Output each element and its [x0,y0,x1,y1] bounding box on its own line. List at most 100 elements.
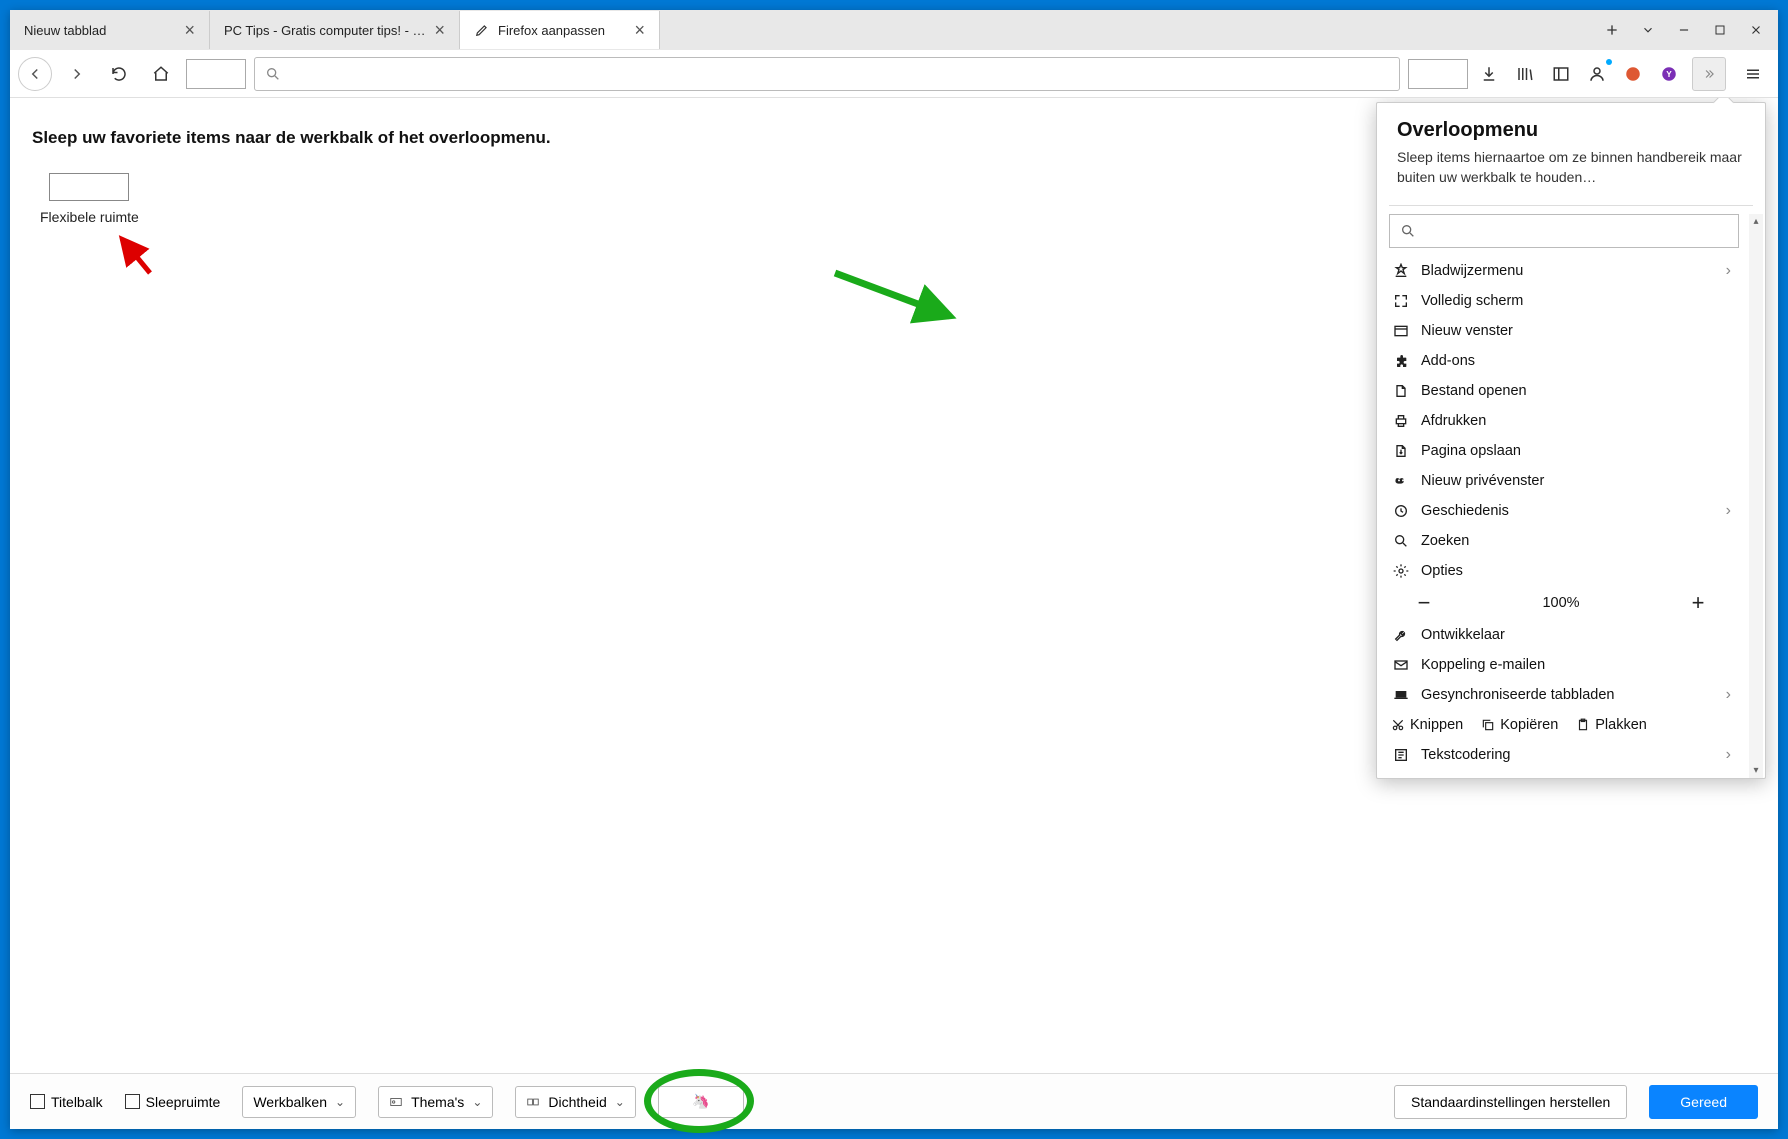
bookmark-icon [1391,263,1411,279]
mail-icon [1391,657,1411,673]
close-icon[interactable]: × [184,21,195,39]
save-icon [1391,443,1411,459]
menu-item-print[interactable]: Afdrukken [1377,406,1761,436]
chevron-right-icon: › [1726,746,1731,764]
search-icon [1400,223,1416,239]
titlebar-checkbox[interactable]: Titelbalk [30,1094,103,1110]
red-arrow-annotation [110,233,160,283]
brush-icon [474,22,490,38]
flexible-space-label: Flexibele ruimte [40,209,139,225]
hamburger-menu-button[interactable] [1736,57,1770,91]
downloads-button[interactable] [1476,61,1502,87]
menu-item-private-window[interactable]: Nieuw privévenster [1377,466,1761,496]
close-icon[interactable]: × [634,21,645,39]
window-icon [1391,323,1411,339]
copy-button[interactable]: Kopiëren [1481,717,1558,733]
chevron-right-icon: › [1726,686,1731,704]
themes-dropdown[interactable]: Thema's⌄ [378,1086,493,1118]
reload-button[interactable] [102,57,136,91]
customize-footer: Titelbalk Sleepruimte Werkbalken⌄ Thema'… [10,1073,1778,1129]
home-button[interactable] [144,57,178,91]
file-open-icon [1391,383,1411,399]
chevron-down-icon: ⌄ [335,1095,345,1109]
wrench-icon [1391,627,1411,643]
mask-icon [1391,473,1411,489]
window-maximize-button[interactable] [1702,12,1738,48]
done-button[interactable]: Gereed [1649,1085,1758,1119]
menu-item-bookmarks[interactable]: Bladwijzermenu› [1377,256,1761,286]
flexible-space-box [49,173,129,201]
tab-customize[interactable]: Firefox aanpassen × [460,11,660,49]
menu-item-text-encoding[interactable]: Tekstcodering› [1377,740,1761,770]
panel-search-input[interactable] [1389,214,1739,248]
panel-scrollbar[interactable]: ▴▾ [1749,214,1763,778]
tab-label: PC Tips - Gratis computer tips! - PC [224,23,426,38]
extension-icon-1[interactable] [1620,61,1646,87]
paste-button[interactable]: Plakken [1576,717,1647,733]
menu-item-addons[interactable]: Add-ons [1377,346,1761,376]
density-dropdown[interactable]: Dichtheid⌄ [515,1086,635,1118]
address-bar[interactable] [254,57,1400,91]
zoom-value: 100% [1542,595,1579,611]
menu-item-history[interactable]: Geschiedenis› [1377,496,1761,526]
theme-icon [389,1095,403,1109]
restore-defaults-button[interactable]: Standaardinstellingen herstellen [1394,1085,1627,1119]
search-icon [1391,533,1411,549]
overflow-button[interactable] [1692,57,1726,91]
chevron-right-icon: › [1726,502,1731,520]
clipboard-row: Knippen Kopiëren Plakken [1377,710,1761,740]
tabs-dropdown-button[interactable] [1630,12,1666,48]
panel-title: Overloopmenu [1397,119,1745,142]
tab-bar: Nieuw tabblad × PC Tips - Gratis compute… [10,10,1778,50]
flexible-space-item[interactable]: Flexibele ruimte [40,173,139,225]
close-icon[interactable]: × [434,21,445,39]
menu-item-options[interactable]: Opties [1377,556,1761,586]
zoom-out-button[interactable]: − [1409,590,1439,616]
encoding-icon [1391,747,1411,763]
instruction-text: Sleep uw favoriete items naar de werkbal… [32,128,551,148]
back-button[interactable] [18,57,52,91]
toolbar-slot[interactable] [1408,59,1468,89]
laptop-icon [1391,687,1411,703]
menu-item-email-link[interactable]: Koppeling e-mailen [1377,650,1761,680]
sidebar-button[interactable] [1548,61,1574,87]
puzzle-icon [1391,353,1411,369]
panel-subtitle: Sleep items hiernaartoe om ze binnen han… [1397,148,1745,187]
print-icon [1391,413,1411,429]
toolbars-dropdown[interactable]: Werkbalken⌄ [242,1086,356,1118]
tab-label: Nieuw tabblad [24,23,176,38]
window-close-button[interactable] [1738,12,1774,48]
overflow-menu-panel: Overloopmenu Sleep items hiernaartoe om … [1376,102,1766,779]
new-tab-button[interactable] [1594,12,1630,48]
svg-text:Y: Y [1666,70,1672,79]
green-arrow-annotation [830,268,960,328]
dragspace-checkbox[interactable]: Sleepruimte [125,1094,221,1110]
nav-toolbar: Y [10,50,1778,98]
search-icon [265,66,281,82]
customize-content: Sleep uw favoriete items naar de werkbal… [10,98,1778,1073]
library-button[interactable] [1512,61,1538,87]
forward-button[interactable] [60,57,94,91]
unicorn-button[interactable]: 🦄 [658,1086,744,1118]
tab-label: Firefox aanpassen [498,23,626,38]
menu-item-fullscreen[interactable]: Volledig scherm [1377,286,1761,316]
extension-icon-2[interactable]: Y [1656,61,1682,87]
tab-pctips[interactable]: PC Tips - Gratis computer tips! - PC × [210,11,460,49]
toolbar-slot[interactable] [186,59,246,89]
fullscreen-icon [1391,293,1411,309]
menu-item-synced-tabs[interactable]: Gesynchroniseerde tabbladen› [1377,680,1761,710]
clock-icon [1391,503,1411,519]
menu-item-open-file[interactable]: Bestand openen [1377,376,1761,406]
tab-new[interactable]: Nieuw tabblad × [10,11,210,49]
chevron-down-icon: ⌄ [472,1095,482,1109]
menu-item-developer[interactable]: Ontwikkelaar [1377,620,1761,650]
menu-item-search[interactable]: Zoeken [1377,526,1761,556]
chevron-down-icon: ⌄ [615,1095,625,1109]
account-button[interactable] [1584,61,1610,87]
window-minimize-button[interactable] [1666,12,1702,48]
menu-item-new-window[interactable]: Nieuw venster [1377,316,1761,346]
zoom-controls: − 100% + [1377,586,1761,620]
zoom-in-button[interactable]: + [1683,590,1713,616]
cut-button[interactable]: Knippen [1391,717,1463,733]
menu-item-save-page[interactable]: Pagina opslaan [1377,436,1761,466]
